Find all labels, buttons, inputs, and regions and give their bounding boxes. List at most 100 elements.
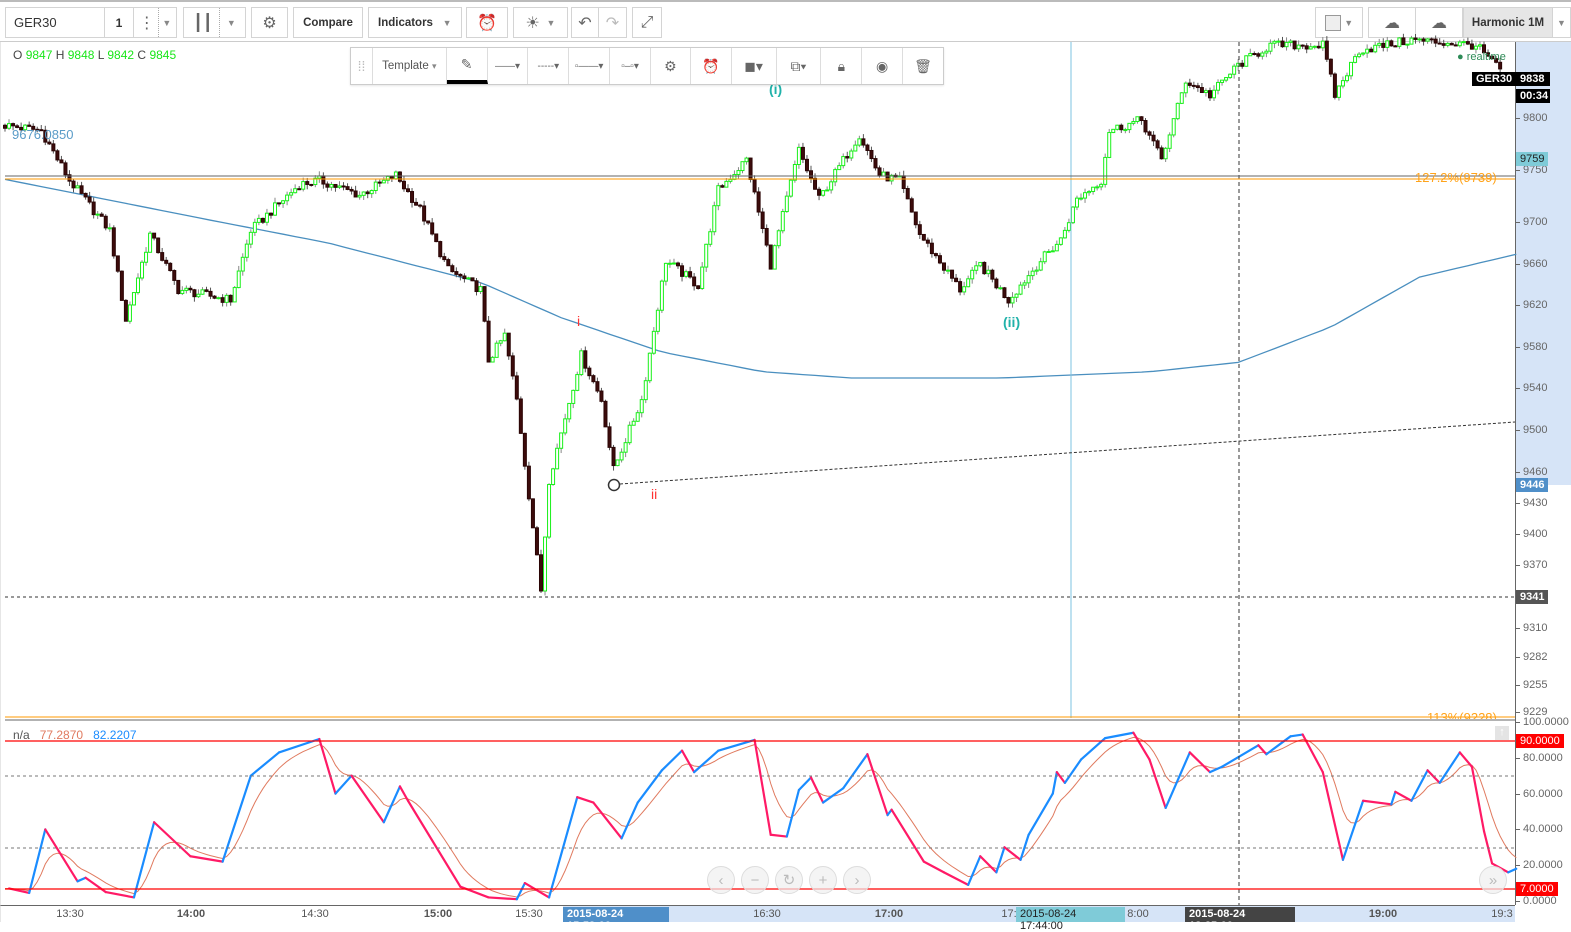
candle bbox=[510, 352, 515, 380]
bring-to-front-button[interactable]: ◼▾ bbox=[732, 48, 777, 84]
chevron-down-icon: ▾ bbox=[431, 60, 437, 71]
candle bbox=[486, 315, 491, 363]
crosshair-time-label: 2015-08-24 18:25:00 bbox=[1185, 907, 1295, 932]
line-style-solid[interactable]: ——▾ bbox=[488, 48, 529, 84]
osc-name: n/a bbox=[13, 728, 30, 742]
candle bbox=[627, 421, 632, 445]
scroll-left-button[interactable]: ‹ bbox=[707, 866, 735, 894]
scroll-right-button[interactable]: › bbox=[843, 866, 871, 894]
candle bbox=[583, 346, 588, 373]
osc-fast-segment bbox=[769, 833, 788, 838]
candle bbox=[442, 252, 447, 262]
price-tick: 9800 bbox=[1516, 112, 1547, 124]
candle bbox=[1083, 188, 1088, 203]
scroll-to-latest-button[interactable]: » bbox=[1479, 866, 1507, 894]
osc-fast-segment bbox=[967, 855, 982, 886]
lock-button[interactable]: 🔒︎ bbox=[821, 48, 863, 84]
candle bbox=[329, 181, 334, 191]
visibility-button[interactable]: ◉ bbox=[862, 48, 904, 84]
candle-body bbox=[1099, 183, 1104, 188]
candle bbox=[647, 352, 652, 384]
line-ends-style[interactable]: ▫–▫▾ bbox=[610, 48, 651, 84]
candle-body bbox=[970, 269, 975, 280]
candle-body bbox=[228, 294, 233, 303]
candle-body bbox=[406, 188, 410, 193]
candle-body bbox=[1272, 40, 1277, 44]
candle bbox=[1437, 38, 1442, 45]
osc-fast-segment bbox=[487, 896, 518, 901]
candle-body bbox=[277, 202, 282, 205]
delete-button[interactable]: 🗑︎ bbox=[903, 48, 943, 84]
candle bbox=[1457, 39, 1462, 48]
candle bbox=[309, 183, 314, 187]
candle bbox=[1022, 280, 1027, 290]
candle-body bbox=[1308, 46, 1313, 50]
line-start-style[interactable]: ▫——▾ bbox=[569, 48, 611, 84]
candle bbox=[784, 191, 789, 213]
selection-mid-time: 2015-08-24 17:44:00 bbox=[1016, 907, 1125, 932]
drag-handle[interactable]: ⁞⁞ bbox=[351, 48, 373, 84]
trendline-anchor-handle[interactable] bbox=[607, 478, 621, 492]
candle bbox=[248, 229, 253, 249]
chart-canvas[interactable] bbox=[0, 0, 1571, 922]
candle-body bbox=[1445, 42, 1450, 46]
line-style-dashed[interactable]: -----▾ bbox=[528, 48, 570, 84]
candle-body bbox=[619, 451, 624, 461]
candle bbox=[228, 294, 233, 306]
wave-label-ii[interactable]: ii bbox=[651, 486, 657, 502]
candle-body bbox=[1433, 38, 1438, 44]
candle bbox=[71, 178, 76, 193]
candle-body bbox=[119, 270, 124, 301]
candle-body bbox=[111, 227, 116, 257]
osc-fast-segment bbox=[547, 796, 579, 899]
candle-body bbox=[1159, 147, 1164, 160]
candle bbox=[51, 139, 56, 154]
osc-fast-segment bbox=[1027, 792, 1054, 836]
candle-body bbox=[1461, 41, 1466, 44]
drawing-settings-button[interactable]: ⚙ bbox=[651, 48, 691, 84]
candle bbox=[881, 167, 886, 177]
candle-body bbox=[3, 124, 7, 129]
candle bbox=[164, 256, 169, 266]
candle bbox=[676, 261, 681, 269]
osc-fast-segment bbox=[576, 796, 595, 804]
candle bbox=[1308, 43, 1313, 50]
trendline-drawing[interactable] bbox=[619, 421, 1516, 485]
candle-body bbox=[591, 375, 596, 383]
pen-color-button[interactable]: ✎ bbox=[446, 48, 488, 84]
template-dropdown-button[interactable]: Template ▾ bbox=[373, 48, 447, 84]
candle-body bbox=[204, 289, 209, 292]
candle-body bbox=[502, 332, 507, 342]
candle bbox=[1288, 39, 1293, 47]
reset-button[interactable]: ↻ bbox=[775, 866, 803, 894]
maximize-pane-button[interactable]: ↑ bbox=[1495, 726, 1509, 740]
zoom-in-button[interactable]: + bbox=[809, 866, 837, 894]
candle-body bbox=[1107, 132, 1112, 158]
osc-fast-segment bbox=[1289, 733, 1304, 738]
candle-body bbox=[736, 170, 741, 176]
wave-label-2[interactable]: (ii) bbox=[1003, 314, 1020, 330]
candle-body bbox=[1203, 90, 1208, 93]
candle bbox=[619, 448, 624, 463]
candle-body bbox=[466, 277, 471, 280]
candle-body bbox=[305, 181, 310, 185]
candle-body bbox=[595, 381, 600, 392]
osc-fast-segment bbox=[334, 774, 353, 795]
candle-body bbox=[11, 123, 16, 127]
candle-body bbox=[841, 156, 846, 167]
wave-label-i[interactable]: i bbox=[577, 313, 580, 329]
solid-line-icon: ——▾ bbox=[494, 60, 520, 72]
send-to-back-button[interactable]: ⧉▾ bbox=[777, 48, 822, 84]
candle bbox=[667, 259, 672, 268]
candle bbox=[1417, 37, 1422, 44]
drawing-alert-button[interactable]: ⏰ bbox=[691, 48, 732, 84]
candle-body bbox=[817, 188, 822, 196]
zoom-out-button[interactable]: − bbox=[741, 866, 769, 894]
candle-body bbox=[603, 400, 608, 428]
candle bbox=[659, 279, 664, 313]
candle bbox=[1135, 116, 1140, 124]
candle bbox=[865, 143, 870, 156]
candle-body bbox=[1469, 43, 1474, 50]
candle bbox=[1091, 186, 1096, 195]
candle bbox=[788, 179, 793, 198]
